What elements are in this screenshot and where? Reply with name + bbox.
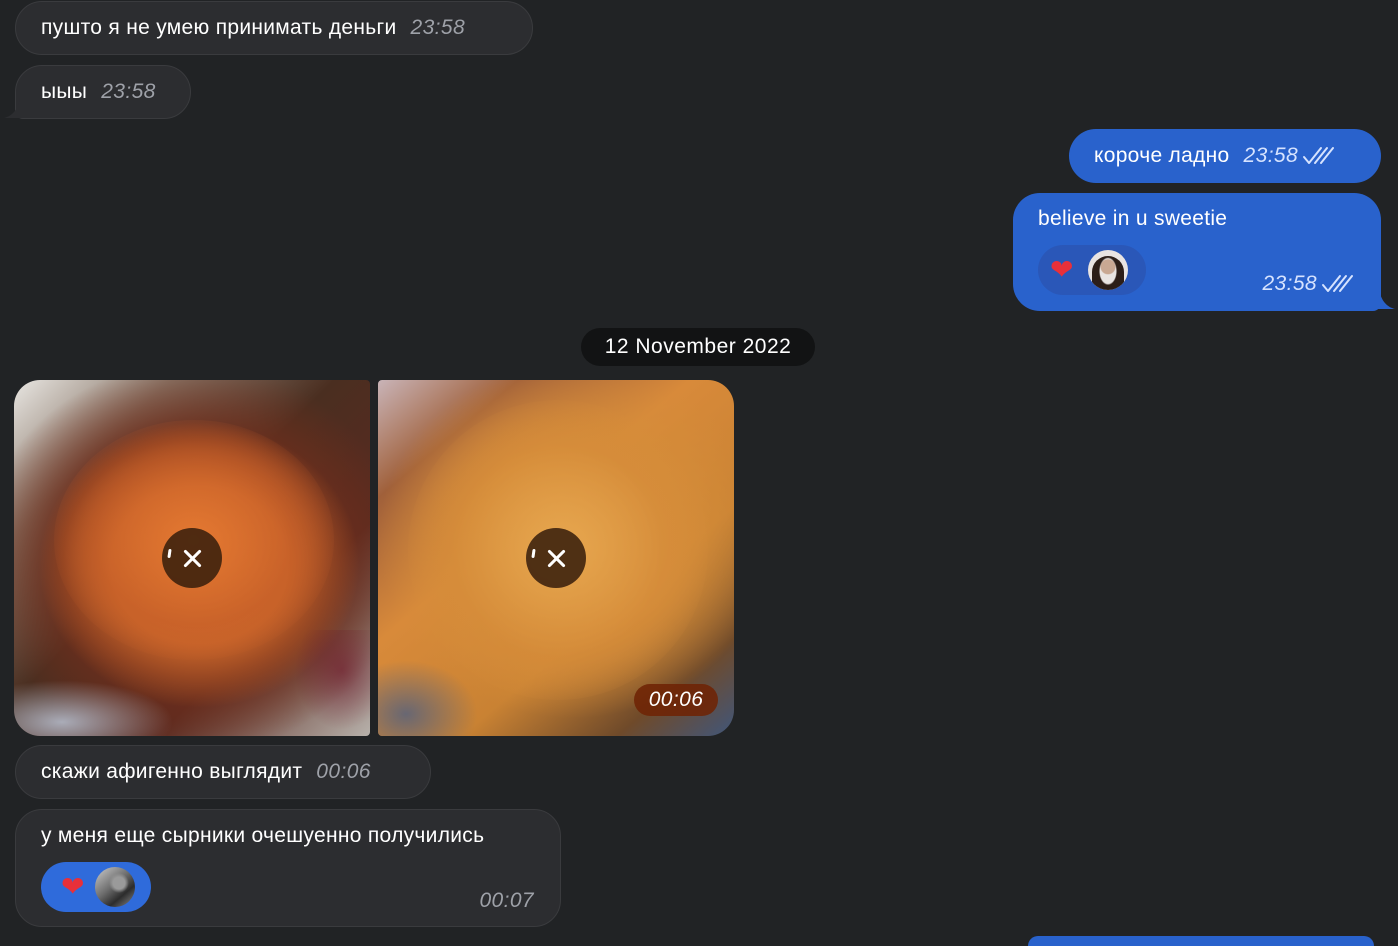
avatar [94, 867, 135, 907]
message-bubble-outgoing[interactable]: короче ладно 23:58 [1069, 129, 1381, 183]
download-cancel-button[interactable] [526, 528, 586, 588]
message-bubble-incoming[interactable]: ыыы 23:58 [15, 65, 191, 119]
message-text: ыыы [41, 80, 88, 103]
video-thumbnail[interactable] [378, 380, 734, 736]
reaction-pill[interactable]: ❤ [1038, 245, 1146, 295]
message-time: 23:58 [1262, 272, 1317, 295]
message-text: believe in u sweetie [1038, 207, 1228, 230]
download-cancel-button[interactable] [162, 528, 222, 588]
message-bubble-outgoing[interactable]: believe in u sweetie ❤ 23:58 [1013, 193, 1381, 311]
message-text: у меня еще сырники очешуенно получились [41, 824, 485, 847]
heart-icon: ❤ [1050, 254, 1074, 285]
message-time: 23:58 [410, 16, 466, 39]
message-bubble-incoming[interactable]: у меня еще сырники очешуенно получились … [15, 809, 561, 927]
message-time: 00:06 [316, 760, 371, 783]
message-time: 00:07 [479, 889, 534, 912]
video-duration: 00:06 [648, 688, 704, 711]
progress-tick [531, 548, 536, 559]
message-time: 23:58 [1243, 144, 1299, 167]
date-separator: 12 November 2022 [581, 328, 815, 366]
heart-icon: ❤ [61, 871, 85, 902]
double-check-icon [1303, 147, 1335, 164]
date-separator-label: 12 November 2022 [604, 335, 792, 358]
message-text: короче ладно [1094, 144, 1230, 167]
message-bubble-incoming[interactable]: скажи афигенно выглядит 00:06 [15, 745, 431, 799]
progress-tick [167, 548, 172, 559]
message-time: 23:58 [101, 80, 156, 103]
bubble-tail [4, 98, 26, 118]
double-check-icon [1322, 275, 1353, 292]
bubble-tail [1373, 289, 1395, 309]
message-bubble-incoming[interactable]: пушто я не умею принимать деньги 23:58 [15, 1, 533, 55]
photo-thumbnail[interactable] [14, 380, 370, 736]
avatar [1087, 250, 1128, 290]
video-duration-badge: 00:06 [634, 684, 718, 716]
reaction-pill[interactable]: ❤ [41, 862, 151, 912]
message-text: пушто я не умею принимать деньги [41, 16, 397, 39]
message-text: скажи афигенно выглядит [41, 760, 303, 783]
message-bubble-outgoing-partial[interactable] [1028, 936, 1374, 946]
